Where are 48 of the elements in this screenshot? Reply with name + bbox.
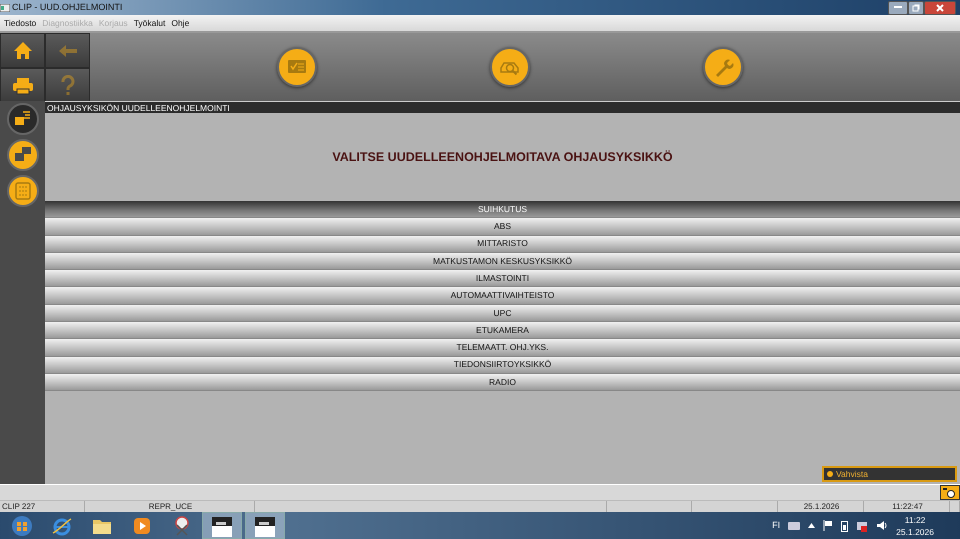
start-orb-icon bbox=[11, 514, 33, 536]
menu-item[interactable]: Ohje bbox=[171, 16, 190, 30]
menu-item[interactable]: Työkalut bbox=[134, 16, 166, 30]
network-icon bbox=[856, 520, 868, 532]
home-button[interactable] bbox=[0, 33, 45, 68]
language-indicator[interactable]: FI bbox=[772, 518, 780, 532]
window-title: CLIP - UUD.OHJELMOINTI bbox=[11, 0, 122, 14]
clock-date[interactable]: 25.1.2026 bbox=[896, 526, 934, 538]
confirm-button[interactable]: Vahvista bbox=[822, 466, 957, 482]
up-arrow-icon bbox=[808, 523, 816, 528]
control-unit-item[interactable]: ETUKAMERA bbox=[45, 322, 960, 340]
checklist-button[interactable] bbox=[276, 47, 317, 87]
control-unit-item[interactable]: TELEMAATT. OHJ.YKS. bbox=[45, 339, 960, 357]
keyboard-icon bbox=[788, 522, 800, 530]
control-unit-item[interactable]: AUTOMAATTIVAIHTEISTO bbox=[45, 287, 960, 305]
section-title: OHJAUSYKSIKÖN UUDELLEENOHJELMOINTI bbox=[45, 101, 960, 113]
vehicle-button[interactable] bbox=[490, 47, 530, 87]
taskbar-button[interactable] bbox=[202, 512, 242, 539]
camera-icon bbox=[943, 488, 957, 498]
control-unit-item[interactable]: MITTARISTO bbox=[45, 236, 960, 253]
clock-time[interactable]: 11:22 bbox=[904, 514, 926, 526]
print-button[interactable] bbox=[0, 68, 45, 103]
control-unit-item[interactable]: ILMASTOINTI bbox=[45, 270, 960, 288]
camera-button[interactable] bbox=[940, 485, 960, 500]
taskbar-button[interactable] bbox=[245, 512, 285, 539]
control-unit-item[interactable]: ABS bbox=[45, 218, 960, 236]
app-window-icon bbox=[254, 514, 276, 536]
minimize-icon bbox=[894, 6, 902, 9]
close-button[interactable] bbox=[924, 0, 956, 14]
speaker-icon bbox=[876, 520, 888, 531]
control-unit-item[interactable]: UPC bbox=[45, 304, 960, 322]
prompt-text: VALITSE UUDELLEENOHJELMOITAVA OHJAUSYKSIKKÖ bbox=[332, 148, 673, 166]
app-window-icon bbox=[211, 514, 233, 536]
dot-icon bbox=[827, 471, 833, 477]
battery-icon bbox=[841, 520, 848, 532]
flag-icon bbox=[823, 520, 834, 531]
control-unit-item[interactable]: TIEDONSIIRTOYKSIKKÖ bbox=[45, 356, 960, 374]
help-button[interactable] bbox=[45, 68, 90, 103]
control-unit-item[interactable]: RADIO bbox=[45, 374, 960, 392]
wrench-button[interactable] bbox=[703, 47, 744, 87]
minimize-button[interactable] bbox=[888, 0, 908, 14]
app-icon bbox=[0, 4, 10, 12]
control-unit-item[interactable]: SUIHKUTUS bbox=[45, 201, 960, 218]
restore-button[interactable] bbox=[908, 0, 924, 14]
control-unit-item[interactable]: MATKUSTAMON KESKUSYKSIKKÖ bbox=[45, 252, 960, 270]
restore-icon bbox=[912, 4, 920, 12]
close-icon bbox=[936, 4, 944, 12]
menu-item[interactable]: Tiedosto bbox=[4, 16, 36, 30]
